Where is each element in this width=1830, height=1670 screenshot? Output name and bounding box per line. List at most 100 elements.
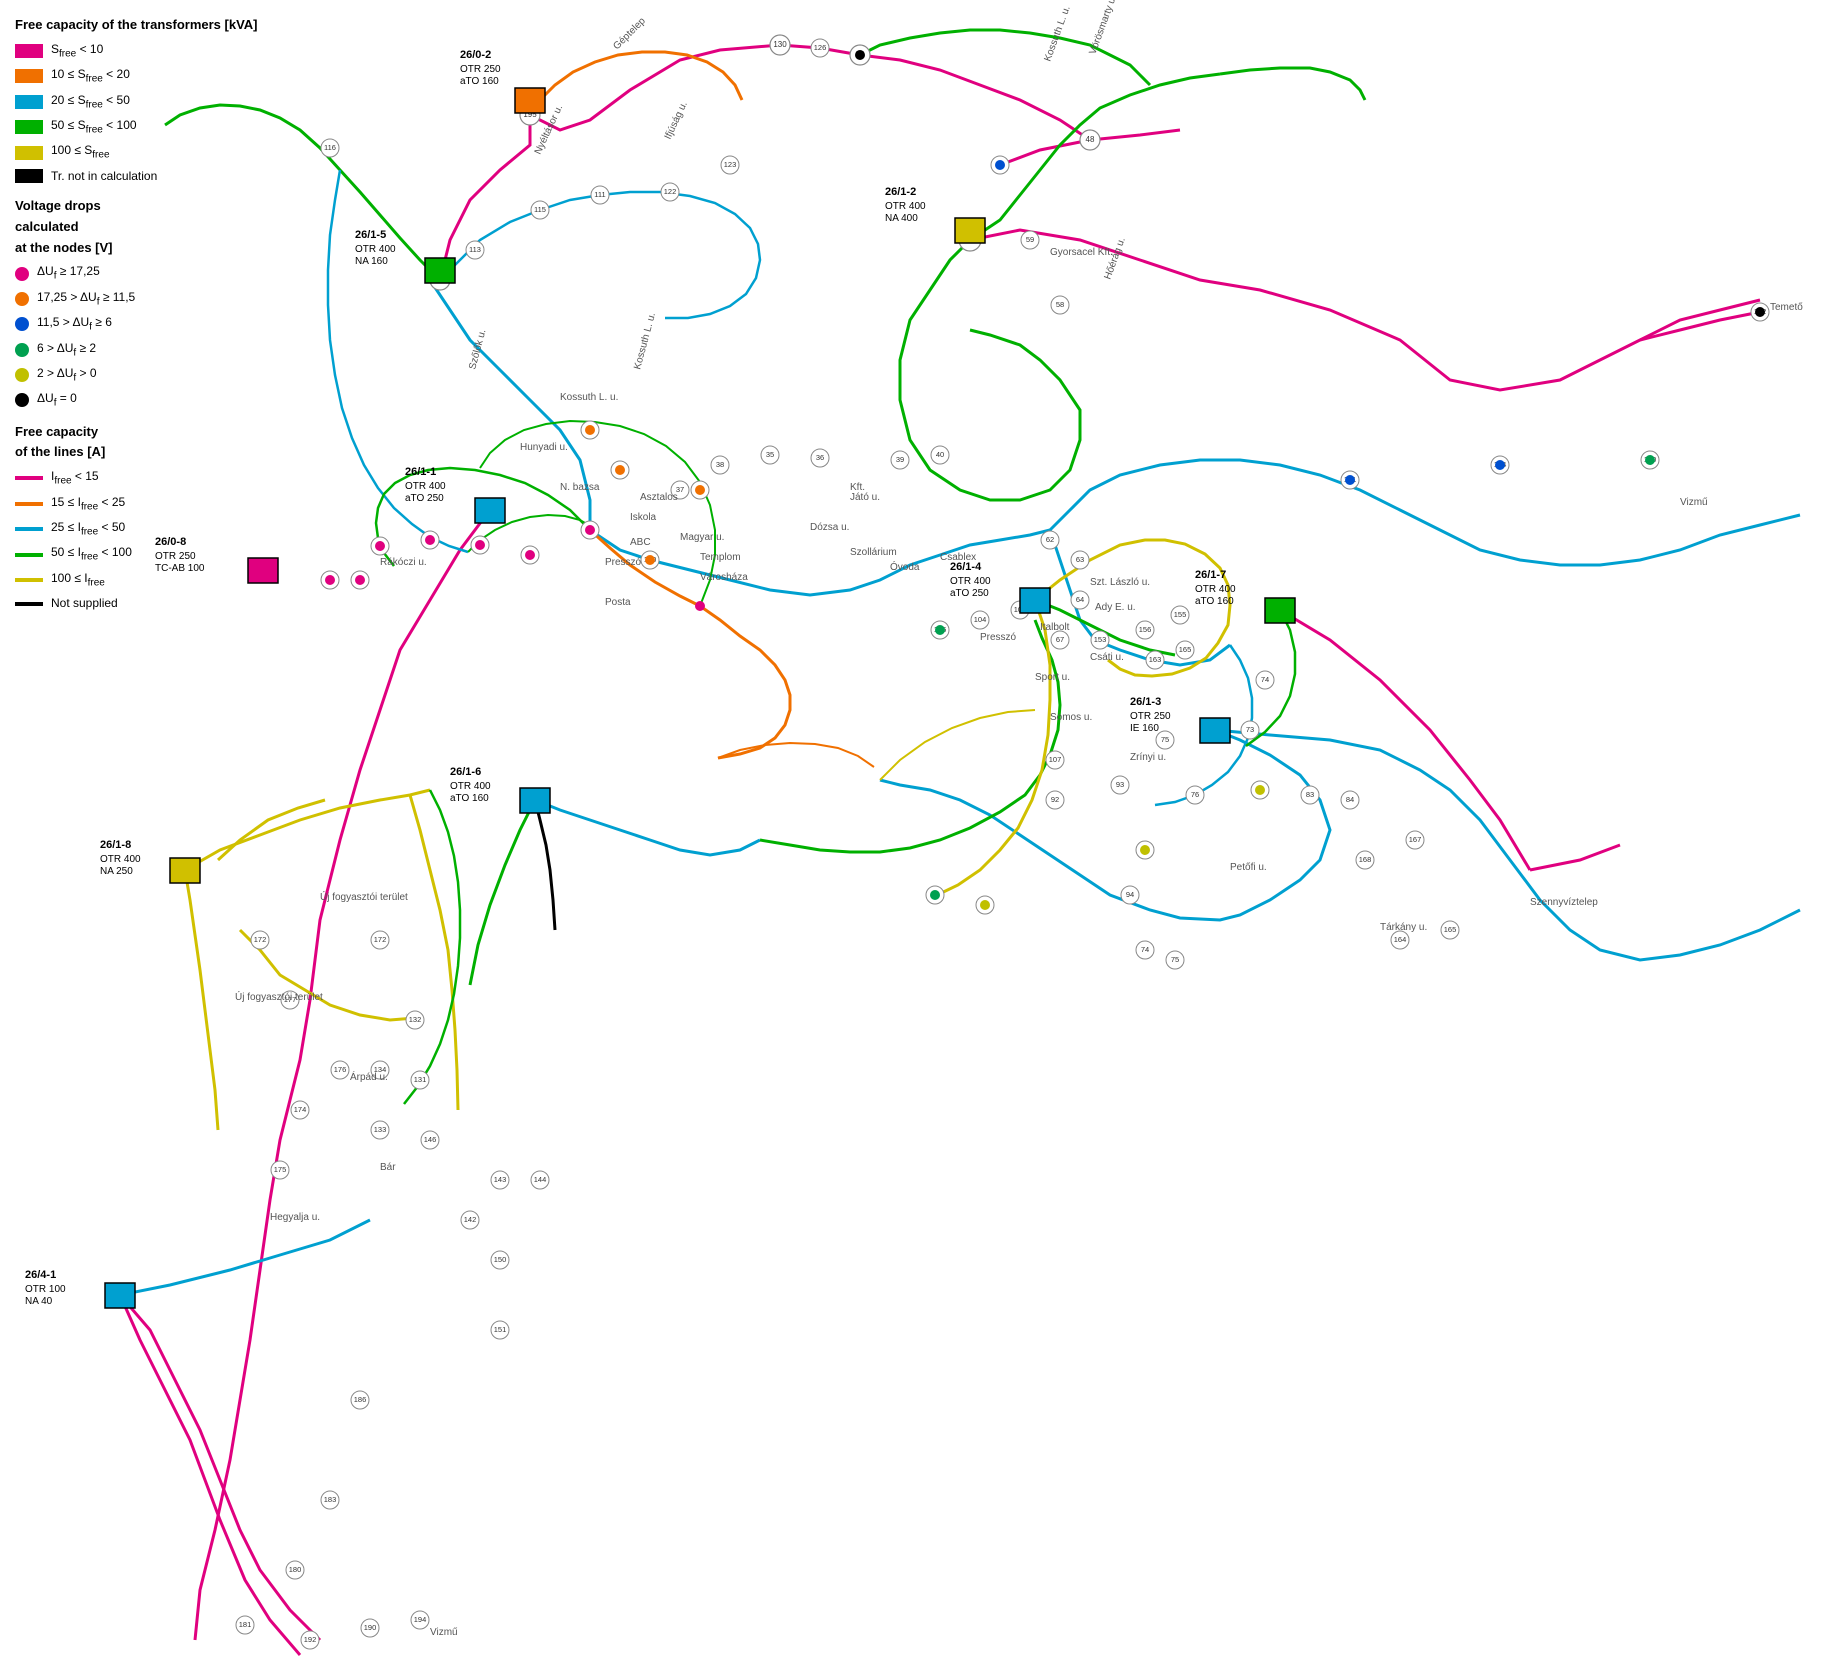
line-green-lower <box>470 800 535 985</box>
svg-text:74: 74 <box>1141 945 1149 954</box>
vdrop-82b <box>1255 785 1265 795</box>
node-115-label: 115 <box>534 205 546 214</box>
node-116-label: 116 <box>324 143 336 152</box>
line-green-top <box>860 30 1150 85</box>
svg-text:NA 400: NA 400 <box>885 213 918 224</box>
street-zrinyi: Zrínyi u. <box>1130 752 1166 763</box>
node-76-label: 76 <box>1191 790 1199 799</box>
vdrop-m1 <box>695 601 705 611</box>
transformer-26-1-5-box <box>425 258 455 283</box>
node-73-label: 73 <box>1246 725 1254 734</box>
vdrop-57b <box>995 160 1005 170</box>
node-174-label: 174 <box>294 1105 307 1114</box>
vdrop-92c <box>855 50 865 60</box>
transformer-26-1-7-box <box>1265 598 1295 623</box>
svg-text:OTR 400: OTR 400 <box>885 201 926 212</box>
vdrop-162b <box>1755 307 1765 317</box>
street-kossuth2: Kossuth L. u. <box>632 312 658 371</box>
node-190-label: 190 <box>364 1623 377 1632</box>
svg-text:TC-AB 100: TC-AB 100 <box>155 563 205 574</box>
label-doszsa: Dózsa u. <box>810 522 849 533</box>
transformer-26-1-1-label: 26/1-1 <box>405 466 436 478</box>
transformer-26-4-1-label: 26/4-1 <box>25 1269 56 1281</box>
line-cyan-bottom <box>535 800 760 855</box>
line-cyan-4-1 <box>120 1220 370 1295</box>
vdrop-42 <box>695 485 705 495</box>
label-asztalos: Asztalos <box>640 492 678 503</box>
svg-text:OTR 400: OTR 400 <box>100 854 141 865</box>
line-mid-loop <box>480 421 715 606</box>
label-arpad: Árpád u. <box>350 1070 388 1083</box>
node-156-label: 156 <box>1139 625 1152 634</box>
vdrop-154b <box>1495 460 1505 470</box>
node-172b-label: 172 <box>374 935 387 944</box>
svg-text:75: 75 <box>1171 955 1179 964</box>
vdrop-27 <box>325 575 335 585</box>
line-black-1 <box>535 800 555 930</box>
street-hunyadi: Hunyadi u. <box>520 442 568 453</box>
node-35-label: 35 <box>766 450 774 459</box>
vdrop-97 <box>585 525 595 535</box>
node-93-label: 93 <box>1116 780 1124 789</box>
transformer-26-0-2-box <box>515 88 545 113</box>
line-pink-bottom2 <box>120 1295 300 1655</box>
node-165b-label: 165 <box>1444 925 1457 934</box>
node-153-label: 153 <box>1094 635 1107 644</box>
vdrop-54 <box>615 465 625 475</box>
line-south-v <box>404 790 460 1104</box>
transformer-26-1-4-box <box>1020 588 1050 613</box>
node-59-label: 59 <box>1026 235 1034 244</box>
line-pink-bottom1 <box>120 1295 320 1640</box>
line-green-1 <box>900 240 1080 500</box>
node-83-label: 83 <box>1306 790 1314 799</box>
label-kft: Kft. <box>850 482 865 493</box>
node-167-label: 167 <box>1409 835 1422 844</box>
node-133-label: 133 <box>374 1125 387 1134</box>
line-cyan-right <box>1050 460 1800 565</box>
vdrop-120 <box>645 555 655 565</box>
line-pink-upper2 <box>860 55 1090 140</box>
line-green-upper <box>970 74 1220 240</box>
node-36-label: 36 <box>816 453 824 462</box>
line-green-curve <box>760 620 1060 852</box>
vdrop-22 <box>355 575 365 585</box>
line-yellow-2 <box>185 870 218 1130</box>
node-165-label: 165 <box>1179 645 1192 654</box>
line-orange-tr <box>530 52 742 115</box>
node-132-label: 132 <box>409 1015 422 1024</box>
node-151-label: 151 <box>494 1325 507 1334</box>
node-40-label: 40 <box>936 450 944 459</box>
label-uj-fogy1: Új fogyasztói terület <box>320 890 408 903</box>
vdrop-72b <box>930 890 940 900</box>
node-168-label: 168 <box>1359 855 1372 864</box>
street-rakoczi: Rákóczi u. <box>380 557 427 568</box>
label-csati: Csáti u. <box>1090 652 1124 663</box>
svg-text:OTR 250: OTR 250 <box>1130 711 1171 722</box>
node-146-label: 146 <box>424 1135 437 1144</box>
vdrop-96 <box>525 550 535 560</box>
label-somos: Somos u. <box>1050 712 1092 723</box>
svg-text:NA 160: NA 160 <box>355 256 388 267</box>
node-142-label: 142 <box>464 1215 477 1224</box>
svg-text:aTO 160: aTO 160 <box>460 76 499 87</box>
transformer-26-1-8-box <box>170 858 200 883</box>
label-csablex: Csablex <box>940 552 976 563</box>
label-iskola: Iskola <box>630 512 657 523</box>
street-kossuth1: Kossuth L. u. <box>1042 4 1072 63</box>
vdrop-70b <box>1140 845 1150 855</box>
node-164-label: 164 <box>1394 935 1407 944</box>
node-131-label: 131 <box>414 1075 427 1084</box>
vdrop-98b <box>980 900 990 910</box>
svg-text:aTO 250: aTO 250 <box>405 493 444 504</box>
node-63-label: 63 <box>1076 555 1084 564</box>
node-113-label: 113 <box>469 245 481 254</box>
label-uj-fogy2: Új fogyasztói terület <box>235 990 323 1003</box>
vdrop-23 <box>375 541 385 551</box>
node-163-label: 163 <box>1149 655 1162 664</box>
line-yellow-r1 <box>935 600 1050 896</box>
transformer-26-1-5-label: 26/1-5 <box>355 229 386 241</box>
label-abc: ABC <box>630 537 651 548</box>
street-tarkany: Tárkány u. <box>1380 922 1427 933</box>
svg-text:OTR 100: OTR 100 <box>25 1284 66 1295</box>
node-130-label: 130 <box>773 40 787 49</box>
